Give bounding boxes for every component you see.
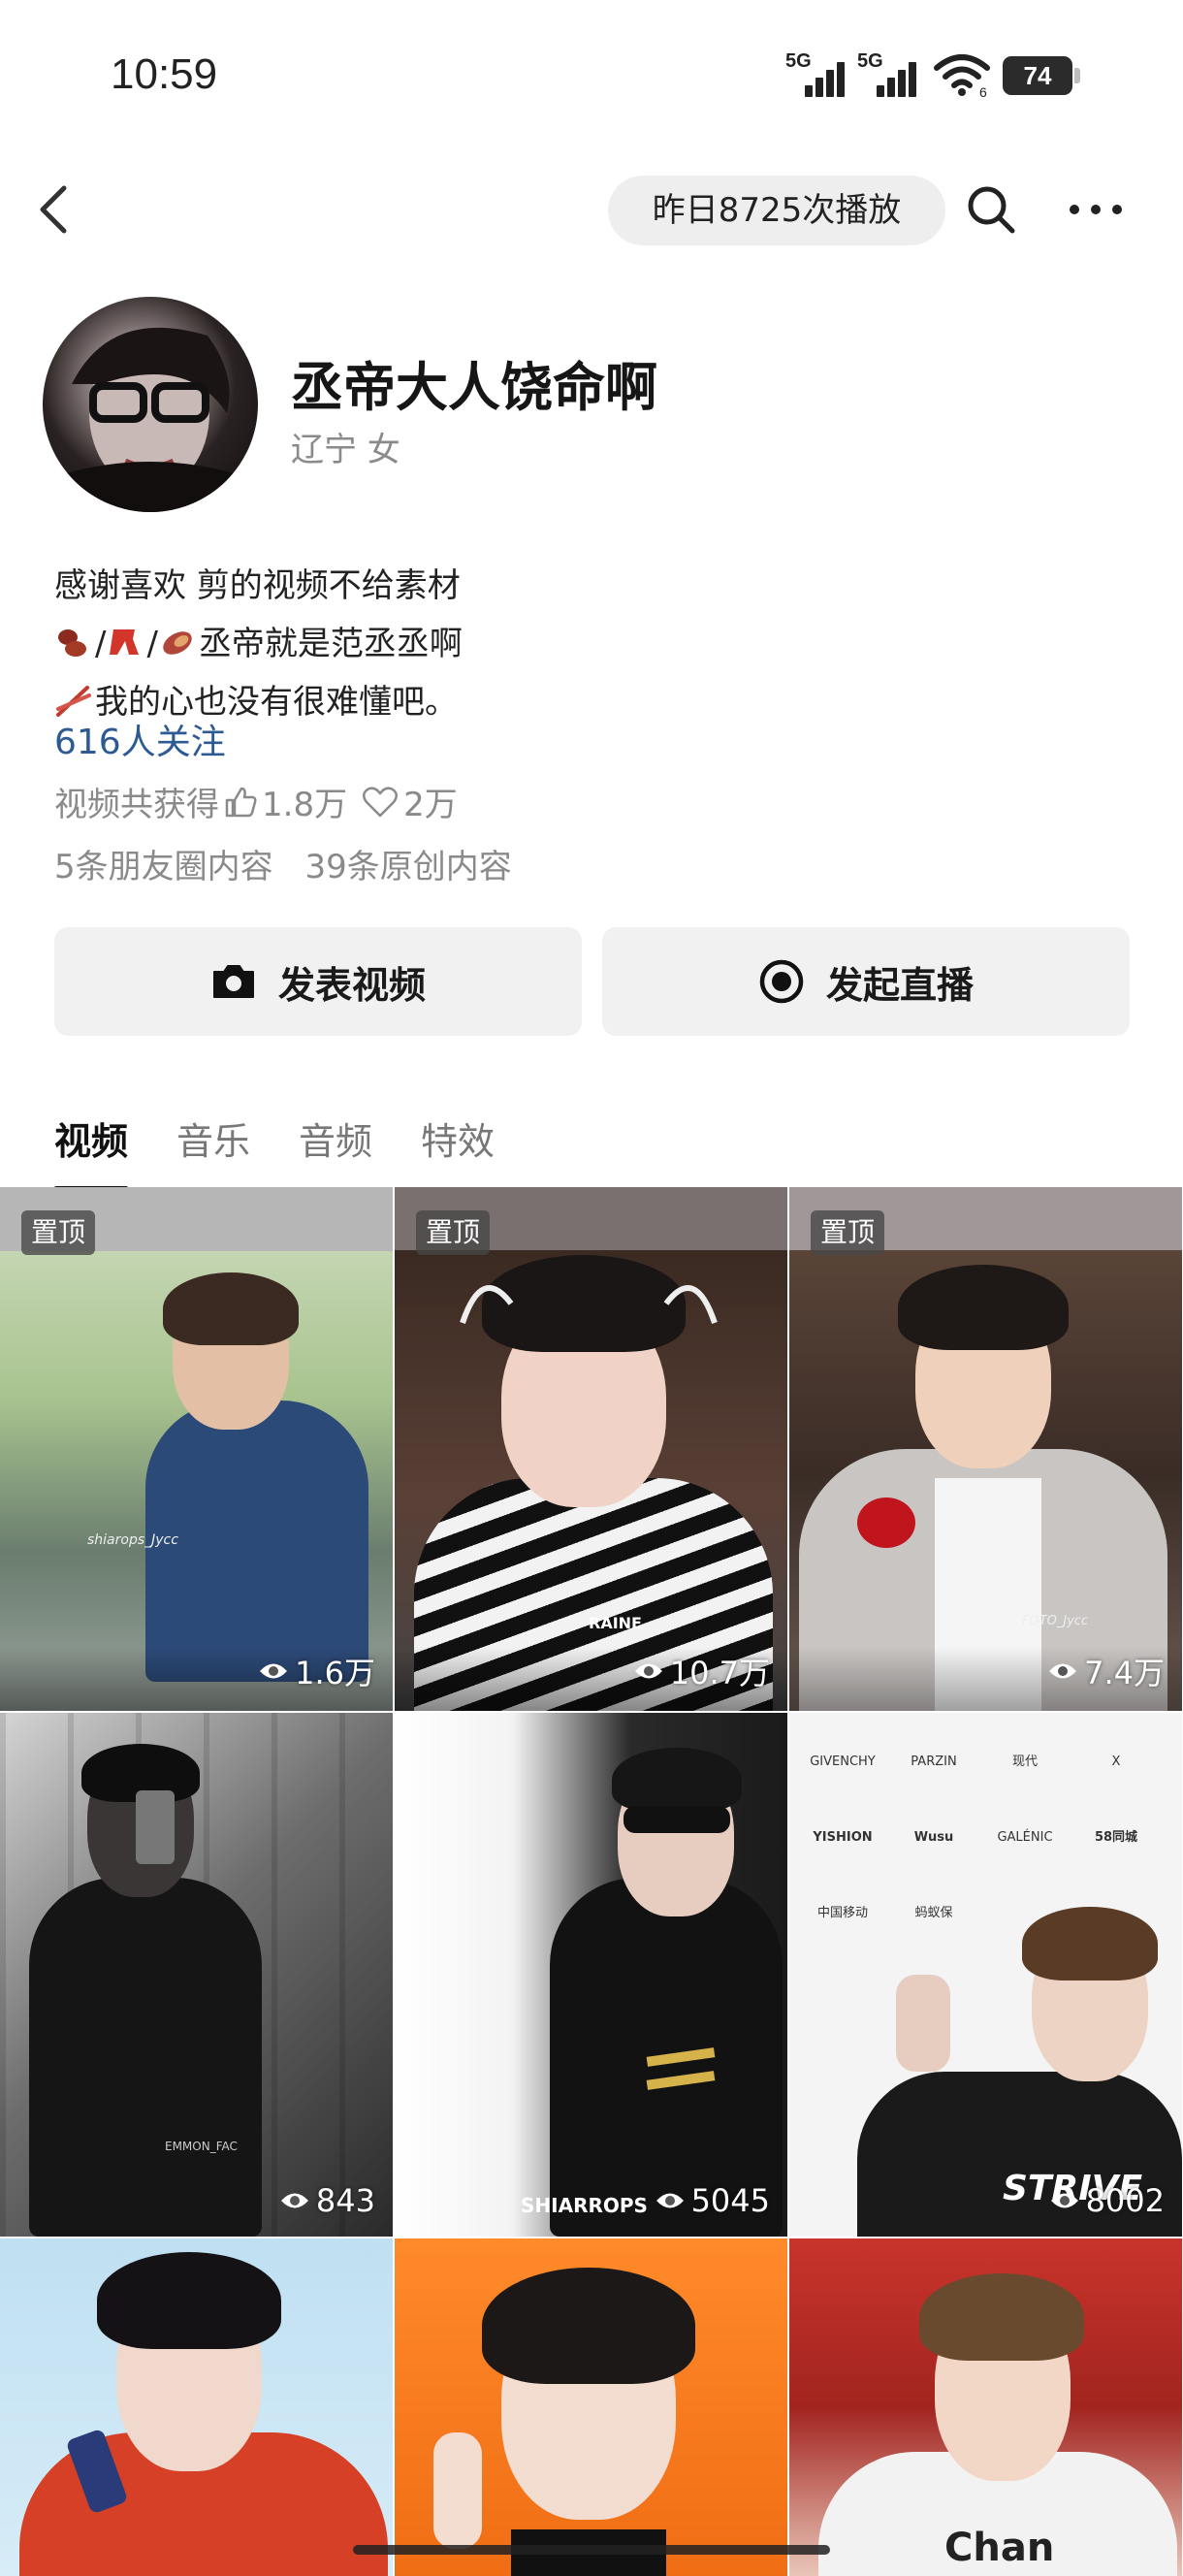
moments-count[interactable]: 5条朋友圈内容	[54, 848, 273, 886]
video-thumbnail-3[interactable]: FOTO_Jycc 置顶 7.4万	[789, 1187, 1182, 1711]
view-count: 5045	[655, 2182, 770, 2219]
wifi-icon: 6	[934, 54, 990, 97]
heart-icon	[363, 786, 399, 817]
camera-icon	[212, 965, 254, 998]
bio-line-1: 感谢喜欢 剪的视频不给素材	[54, 566, 461, 605]
video-thumbnail-2[interactable]: RAINE 置顶 10.7万	[395, 1187, 787, 1711]
chopsticks-emoji-icon	[56, 686, 91, 717]
likes-stats: 视频共获得 1.8万 2万	[54, 786, 458, 824]
view-count: 7.4万	[1047, 1649, 1165, 1693]
video-thumbnail-8[interactable]	[395, 2238, 787, 2576]
more-options-icon[interactable]	[1067, 188, 1125, 231]
content-counts: 5条朋友圈内容 39条原创内容	[54, 840, 533, 887]
profile-username: 丞帝大人饶命啊	[291, 357, 657, 418]
view-count: 1.6万	[258, 1649, 375, 1693]
video-thumbnail-4[interactable]: EMMON_FAC 843	[0, 1713, 393, 2237]
video-thumbnail-9[interactable]: Chan	[789, 2238, 1182, 2576]
video-thumbnail-5[interactable]: SHIARROPS 5045	[395, 1713, 787, 2237]
pinned-badge: 置顶	[811, 1210, 885, 1255]
profile-region-gender: 辽宁 女	[291, 431, 400, 469]
profile-bio: 感谢喜欢 剪的视频不给素材 / / 丞帝就是范丞丞啊 我的心也没有很难懂吧。	[54, 557, 463, 731]
followers-link[interactable]: 616人关注	[54, 714, 226, 764]
home-indicator[interactable]	[353, 2545, 830, 2555]
eye-icon	[260, 1663, 288, 1679]
original-count[interactable]: 39条原创内容	[304, 848, 511, 886]
go-live-button[interactable]: 发起直播	[602, 927, 1130, 1036]
video-thumbnail-7[interactable]	[0, 2238, 393, 2576]
pinned-badge: 置顶	[21, 1210, 96, 1255]
beans-emoji-icon	[58, 629, 86, 657]
video-thumbnail-1[interactable]: shiarops_Jycc 置顶 1.6万	[0, 1187, 393, 1711]
avatar[interactable]	[43, 297, 258, 512]
post-video-button[interactable]: 发表视频	[54, 927, 582, 1036]
cellular-signal-icon: 5G	[785, 50, 846, 99]
pinned-badge: 置顶	[416, 1210, 491, 1255]
eye-icon	[1049, 1663, 1077, 1679]
view-count: 8002	[1049, 2182, 1165, 2219]
status-time: 10:59	[111, 50, 218, 98]
eye-icon	[1050, 2193, 1078, 2208]
tab-music[interactable]: 音乐	[176, 1111, 250, 1180]
eye-icon	[634, 1663, 662, 1679]
content-tabs: 视频 音乐 音频 特效	[54, 1111, 543, 1192]
battery-indicator: 74	[1003, 56, 1080, 95]
cellular-signal-2-icon: 5G	[857, 50, 917, 99]
plays-yesterday-pill[interactable]: 昨日8725次播放	[608, 176, 945, 245]
view-count: 10.7万	[633, 1649, 770, 1693]
bio-line-2: / / 丞帝就是范丞丞啊	[54, 615, 463, 673]
sweet-potato-emoji-icon	[163, 631, 192, 655]
live-record-icon	[759, 959, 804, 1004]
eye-icon	[280, 2193, 308, 2208]
tab-videos[interactable]: 视频	[54, 1111, 129, 1192]
scarf-emoji-icon	[110, 629, 140, 655]
eye-icon	[655, 2193, 684, 2208]
view-count: 843	[279, 2182, 375, 2219]
back-icon[interactable]	[29, 180, 78, 239]
video-thumbnail-6[interactable]: GIVENCHY PARZIN 现代 X YISHION Wusu GALÉNI…	[789, 1713, 1182, 2237]
tab-effects[interactable]: 特效	[421, 1111, 495, 1180]
search-icon[interactable]	[964, 182, 1018, 237]
status-bar: 10:59 5G 5G 6 74	[0, 0, 1183, 145]
svg-text:6: 6	[979, 84, 987, 97]
thumbs-up-icon	[225, 787, 257, 817]
tab-audio[interactable]: 音频	[299, 1111, 372, 1180]
